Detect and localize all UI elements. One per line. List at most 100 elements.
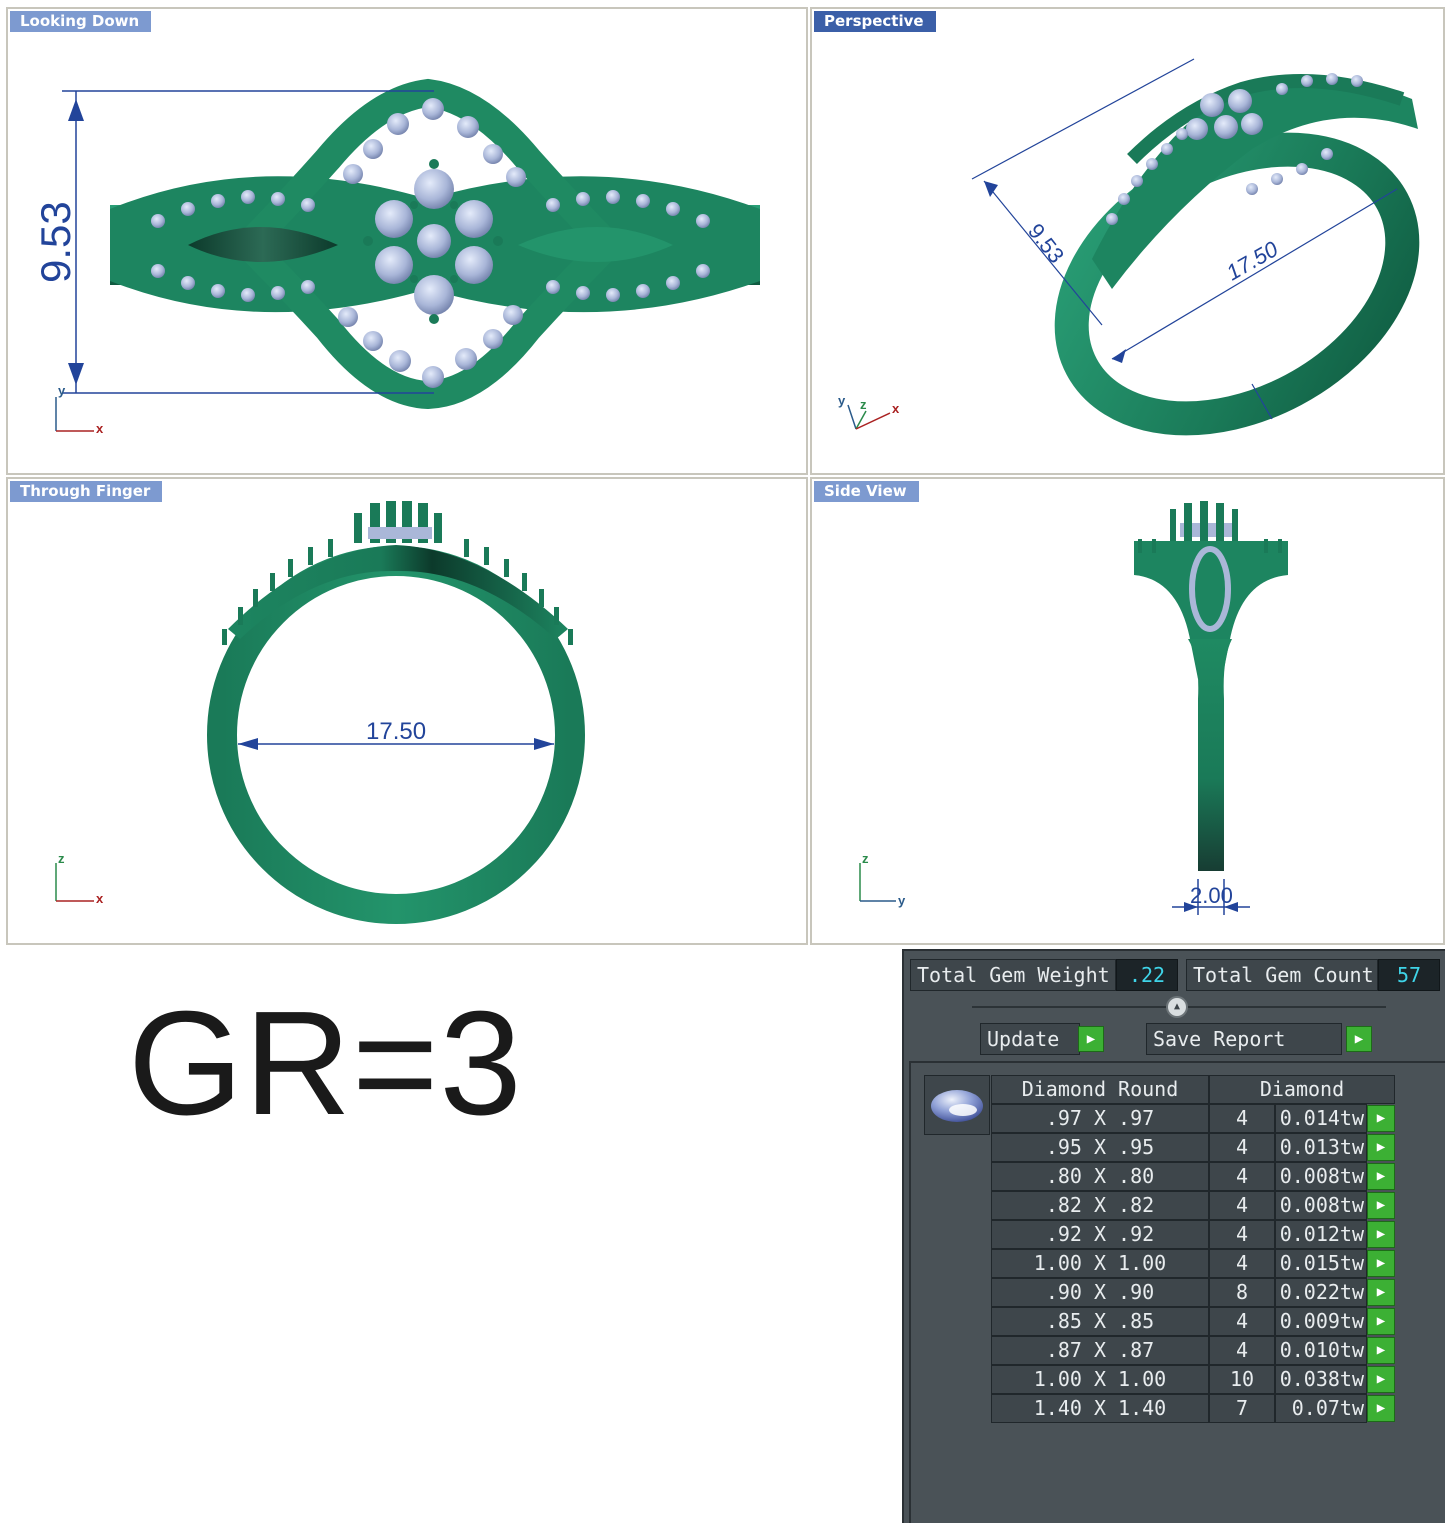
- total-gem-count-value: 57: [1378, 959, 1440, 991]
- table-row: 1.40 X 1.40 7 0.07tw ▶: [991, 1394, 1395, 1423]
- inner-diameter-label: 17.50: [366, 718, 426, 745]
- gem-size: 1.00 X 1.00: [991, 1249, 1209, 1278]
- play-icon[interactable]: ▶: [1367, 1163, 1395, 1190]
- viewport-label-looking-down[interactable]: Looking Down: [10, 11, 152, 32]
- table-row: .90 X .90 8 0.022tw ▶: [991, 1278, 1395, 1307]
- viewport-through-finger[interactable]: 17.50 z x Through Finger: [6, 477, 808, 945]
- dimension-arrow-down: [68, 363, 84, 385]
- play-icon[interactable]: ▶: [1346, 1026, 1372, 1052]
- table-row: 1.00 X 1.00 4 0.015tw ▶: [991, 1249, 1395, 1278]
- gem-count: 4: [1209, 1336, 1275, 1365]
- front-view-ring-model: 17.50 z x: [55, 501, 585, 924]
- viewport-label-side-view[interactable]: Side View: [814, 481, 919, 502]
- play-icon[interactable]: ▶: [1367, 1308, 1395, 1335]
- axis-z-label: z: [58, 851, 65, 866]
- viewport-side-view[interactable]: 2.00 z y Side View: [810, 477, 1445, 945]
- round-diamond-icon[interactable]: [924, 1075, 990, 1135]
- gem-count: 4: [1209, 1249, 1275, 1278]
- column-header-diamond: Diamond: [1209, 1075, 1395, 1104]
- gem-count: 10: [1209, 1365, 1275, 1394]
- gem-weight: 0.009tw: [1275, 1307, 1367, 1336]
- gem-size: .97 X .97: [991, 1104, 1209, 1133]
- viewport-label-perspective[interactable]: Perspective: [814, 11, 936, 32]
- grade-label: GR=3: [128, 981, 523, 1146]
- axis-y-line: [847, 404, 857, 430]
- gem-count: 4: [1209, 1220, 1275, 1249]
- total-gem-count-label: Total Gem Count: [1186, 959, 1378, 991]
- perspective-dimension-b: 17.50: [1222, 236, 1283, 286]
- gem-table: Diamond Round Diamond .97 X .97 4 0.014t…: [909, 1061, 1445, 1523]
- height-dimension-label: 9.53: [32, 201, 79, 283]
- viewport-looking-down[interactable]: 9.53 y x Looking Down: [6, 7, 808, 475]
- axis-y-label: y: [58, 383, 66, 398]
- play-icon[interactable]: ▶: [1367, 1192, 1395, 1219]
- diamond-thumbnail-graphic: [931, 1090, 983, 1122]
- gem-count: 4: [1209, 1133, 1275, 1162]
- gem-weight: 0.013tw: [1275, 1133, 1367, 1162]
- table-row: 1.00 X 1.00 10 0.038tw ▶: [991, 1365, 1395, 1394]
- perspective-arrow-b: [1112, 349, 1126, 363]
- gem-size: .85 X .85: [991, 1307, 1209, 1336]
- column-header-diamond-round: Diamond Round: [991, 1075, 1209, 1104]
- diameter-arrow-left: [238, 738, 258, 750]
- axis-y-label: y: [898, 893, 906, 908]
- play-icon[interactable]: ▶: [1078, 1026, 1104, 1052]
- table-row: .97 X .97 4 0.014tw ▶: [991, 1104, 1395, 1133]
- gem-weight: 0.008tw: [1275, 1162, 1367, 1191]
- gem-size: .80 X .80: [991, 1162, 1209, 1191]
- ring-shank-side: [1188, 639, 1232, 871]
- viewport-perspective[interactable]: 9.53 17.50 y z x Perspective: [810, 7, 1445, 475]
- gem-weight: 0.07tw: [1275, 1394, 1367, 1423]
- play-icon[interactable]: ▶: [1367, 1279, 1395, 1306]
- gem-weight: 0.008tw: [1275, 1191, 1367, 1220]
- play-icon[interactable]: ▶: [1367, 1105, 1395, 1132]
- gem-report-panel: Total Gem Weight .22 Total Gem Count 57 …: [902, 949, 1445, 1523]
- gem-count: 4: [1209, 1191, 1275, 1220]
- diameter-arrow-right: [534, 738, 554, 750]
- axis-z-label: z: [860, 397, 867, 412]
- dimension-arrow-up: [68, 99, 84, 121]
- update-button-label: Update: [987, 1027, 1060, 1051]
- total-gem-weight-label: Total Gem Weight: [910, 959, 1116, 991]
- front-gems: [368, 527, 432, 539]
- perspective-ring-model: 9.53 17.50 y z x: [838, 58, 1420, 436]
- axis-x-label: x: [96, 421, 104, 436]
- play-icon[interactable]: ▶: [1367, 1395, 1395, 1422]
- table-row: .85 X .85 4 0.009tw ▶: [991, 1307, 1395, 1336]
- table-row: .82 X .82 4 0.008tw ▶: [991, 1191, 1395, 1220]
- top-view-ring-model: 9.53 y x: [32, 78, 760, 436]
- gem-size: .95 X .95: [991, 1133, 1209, 1162]
- table-row: .95 X .95 4 0.013tw ▶: [991, 1133, 1395, 1162]
- chevron-up-icon[interactable]: ▲: [1166, 996, 1188, 1018]
- gem-count: 4: [1209, 1307, 1275, 1336]
- gem-size: .87 X .87: [991, 1336, 1209, 1365]
- axis-z-label: z: [862, 851, 869, 866]
- play-icon[interactable]: ▶: [1367, 1221, 1395, 1248]
- table-row: .92 X .92 4 0.012tw ▶: [991, 1220, 1395, 1249]
- table-row: .87 X .87 4 0.010tw ▶: [991, 1336, 1395, 1365]
- gem-weight: 0.012tw: [1275, 1220, 1367, 1249]
- gem-size: 1.40 X 1.40: [991, 1394, 1209, 1423]
- gem-count: 7: [1209, 1394, 1275, 1423]
- gem-weight: 0.010tw: [1275, 1336, 1367, 1365]
- table-row: .80 X .80 4 0.008tw ▶: [991, 1162, 1395, 1191]
- axis-y-label: y: [838, 393, 846, 408]
- perspective-dimension-a: 9.53: [1023, 219, 1069, 268]
- gem-count: 8: [1209, 1278, 1275, 1307]
- gem-size: .90 X .90: [991, 1278, 1209, 1307]
- gem-weight: 0.022tw: [1275, 1278, 1367, 1307]
- play-icon[interactable]: ▶: [1367, 1134, 1395, 1161]
- viewport-label-through-finger[interactable]: Through Finger: [10, 481, 163, 502]
- play-icon[interactable]: ▶: [1367, 1366, 1395, 1393]
- save-report-button[interactable]: Save Report: [1146, 1023, 1342, 1055]
- gem-weight: 0.014tw: [1275, 1104, 1367, 1133]
- gem-size: 1.00 X 1.00: [991, 1365, 1209, 1394]
- axis-x-label: x: [892, 401, 900, 416]
- play-icon[interactable]: ▶: [1367, 1337, 1395, 1364]
- update-button[interactable]: Update: [980, 1023, 1080, 1055]
- play-icon[interactable]: ▶: [1367, 1250, 1395, 1277]
- gem-size: .82 X .82: [991, 1191, 1209, 1220]
- gem-count: 4: [1209, 1162, 1275, 1191]
- gem-count: 4: [1209, 1104, 1275, 1133]
- gem-weight: 0.015tw: [1275, 1249, 1367, 1278]
